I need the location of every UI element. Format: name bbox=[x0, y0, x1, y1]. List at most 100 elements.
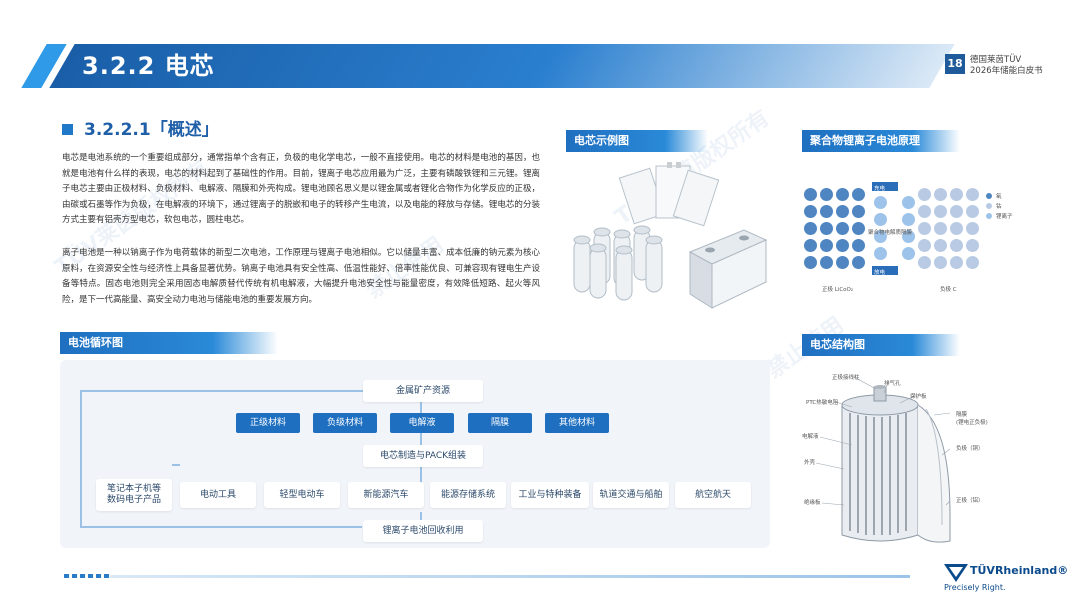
tag-label: 电芯示例图 bbox=[574, 134, 629, 147]
cell-structure-diagram bbox=[800, 365, 1060, 550]
li-ion bbox=[902, 196, 915, 209]
material-box: 隔膜 bbox=[468, 413, 532, 433]
anode-atom bbox=[950, 188, 963, 201]
cycle-top-box: 金属矿产资源 bbox=[363, 380, 483, 402]
li-ion bbox=[874, 247, 887, 260]
structure-label-case: 外壳 bbox=[804, 460, 816, 466]
paragraph-2: 离子电池是一种以钠离子作为电荷载体的新型二次电池，工作原理与锂离子电池相似。它以… bbox=[62, 248, 540, 305]
cathode-atom bbox=[820, 256, 833, 269]
li-ion bbox=[902, 247, 915, 260]
anode-atom bbox=[966, 188, 979, 201]
structure-label-vent: 排气孔 bbox=[884, 381, 901, 387]
legend-oxygen-dot bbox=[986, 193, 992, 199]
cathode-atom bbox=[852, 256, 865, 269]
cathode-atom bbox=[852, 222, 865, 235]
legend-cobalt: 钴 bbox=[996, 204, 1002, 210]
cathode-atom bbox=[804, 188, 817, 201]
tag-cell-example: 电芯示例图 bbox=[566, 130, 708, 152]
cell-example-illustration bbox=[568, 160, 778, 310]
cathode-atom bbox=[804, 205, 817, 218]
anode-atom bbox=[934, 239, 947, 252]
application-box: 新能源汽车 bbox=[348, 482, 424, 508]
anode-atom bbox=[950, 256, 963, 269]
cathode-atom bbox=[836, 256, 849, 269]
tag-battery-cycle: 电池循环图 bbox=[60, 332, 278, 354]
anode-atom bbox=[934, 205, 947, 218]
application-box: 能源存储系统 bbox=[430, 482, 506, 508]
cathode-atom bbox=[820, 222, 833, 235]
anode-atom bbox=[966, 239, 979, 252]
page-number: 18 bbox=[945, 54, 965, 74]
legend-cobalt-dot bbox=[986, 203, 992, 209]
material-box: 其他材料 bbox=[545, 413, 609, 433]
tuv-logo: TÜVRheinland® Precisely Right. bbox=[944, 562, 1074, 598]
anode-atom bbox=[918, 222, 931, 235]
cathode-atom bbox=[820, 205, 833, 218]
li-ion bbox=[874, 196, 887, 209]
application-box: 轻型电动车 bbox=[264, 482, 340, 508]
cathode-atom bbox=[836, 205, 849, 218]
material-box: 负级材料 bbox=[313, 413, 377, 433]
anode-atom bbox=[966, 205, 979, 218]
cycle-middle-box: 电芯制造与PACK组装 bbox=[363, 445, 483, 467]
structure-label-ptc: PTC热敏电阻 bbox=[806, 400, 839, 406]
prismatic-cell-icon bbox=[688, 229, 768, 309]
structure-label-separator: 隔膜 (锂电正负极) bbox=[956, 412, 988, 426]
charge-label: 充电 bbox=[874, 186, 886, 192]
anode-atom bbox=[966, 222, 979, 235]
li-ion bbox=[874, 213, 887, 226]
structure-label-insulator: 绝缘板 bbox=[804, 500, 821, 506]
anode-atom bbox=[950, 222, 963, 235]
structure-label-protection: 保护板 bbox=[910, 394, 927, 400]
anode-label: 负极 C bbox=[940, 287, 957, 293]
anode-atom bbox=[918, 205, 931, 218]
structure-label-cathode: 正极（铝） bbox=[956, 498, 984, 504]
connector-line bbox=[80, 526, 362, 528]
cathode-atom bbox=[852, 188, 865, 201]
tag-label: 电芯结构图 bbox=[810, 338, 865, 351]
structure-label-electrolyte: 电解液 bbox=[802, 434, 819, 440]
tag-label: 电池循环图 bbox=[68, 336, 123, 349]
anode-atom bbox=[950, 205, 963, 218]
tag-label: 聚合物锂离子电池原理 bbox=[810, 134, 920, 147]
connector-line bbox=[80, 390, 364, 392]
legend-oxygen: 氧 bbox=[996, 194, 1002, 200]
cathode-atom bbox=[804, 239, 817, 252]
tuv-triangle-icon bbox=[944, 564, 968, 582]
anode-atom bbox=[918, 256, 931, 269]
application-box: 轨道交通与船舶 bbox=[593, 482, 669, 508]
application-box: 电动工具 bbox=[180, 482, 256, 508]
page-title: 3.2.2 电芯 bbox=[82, 52, 215, 80]
cathode-atom bbox=[836, 239, 849, 252]
paragraph-1: 电芯是电池系统的一个重要组成部分，通常指单个含有正，负极的电化学电芯，一般不直接… bbox=[62, 153, 540, 225]
anode-atom bbox=[934, 188, 947, 201]
tag-cell-structure: 电芯结构图 bbox=[802, 334, 960, 356]
section-bullet bbox=[62, 124, 73, 135]
anode-atom bbox=[918, 239, 931, 252]
cathode-atom bbox=[804, 256, 817, 269]
structure-label-anode: 负极（铜） bbox=[956, 446, 984, 452]
logo-slogan: Precisely Right. bbox=[944, 583, 1006, 592]
application-box: 笔记本子机等 数码电子产品 bbox=[96, 479, 172, 511]
cathode-atom bbox=[836, 188, 849, 201]
connector-line bbox=[172, 464, 180, 466]
connector-line bbox=[80, 390, 82, 527]
section-heading: 3.2.2.1「概述」 bbox=[84, 120, 219, 140]
anode-atom bbox=[950, 239, 963, 252]
footer-dots bbox=[64, 574, 109, 578]
legend-li-ion-dot bbox=[986, 213, 992, 219]
brand-line-1: 德国莱茵TÜV bbox=[970, 55, 1022, 65]
anode-atom bbox=[966, 256, 979, 269]
cycle-bottom-box: 锂离子电池回收利用 bbox=[363, 520, 483, 542]
cathode-atom bbox=[852, 239, 865, 252]
pouch-cell-icon bbox=[618, 162, 720, 227]
structure-label-pos-terminal: 正极接线柱 bbox=[832, 375, 860, 381]
tag-polymer-principle: 聚合物锂离子电池原理 bbox=[802, 130, 960, 152]
cathode-label: 正极 LiCoO₂ bbox=[822, 287, 854, 293]
application-box: 航空航天 bbox=[675, 482, 751, 508]
cathode-atom bbox=[820, 239, 833, 252]
battery-cycle-panel: 金属矿产资源 正级材料 负级材料 电解液 隔膜 其他材料 电芯制造与PACK组装… bbox=[60, 360, 770, 548]
anode-atom bbox=[934, 222, 947, 235]
legend-li-ion: 锂离子 bbox=[996, 214, 1013, 220]
cathode-atom bbox=[836, 222, 849, 235]
